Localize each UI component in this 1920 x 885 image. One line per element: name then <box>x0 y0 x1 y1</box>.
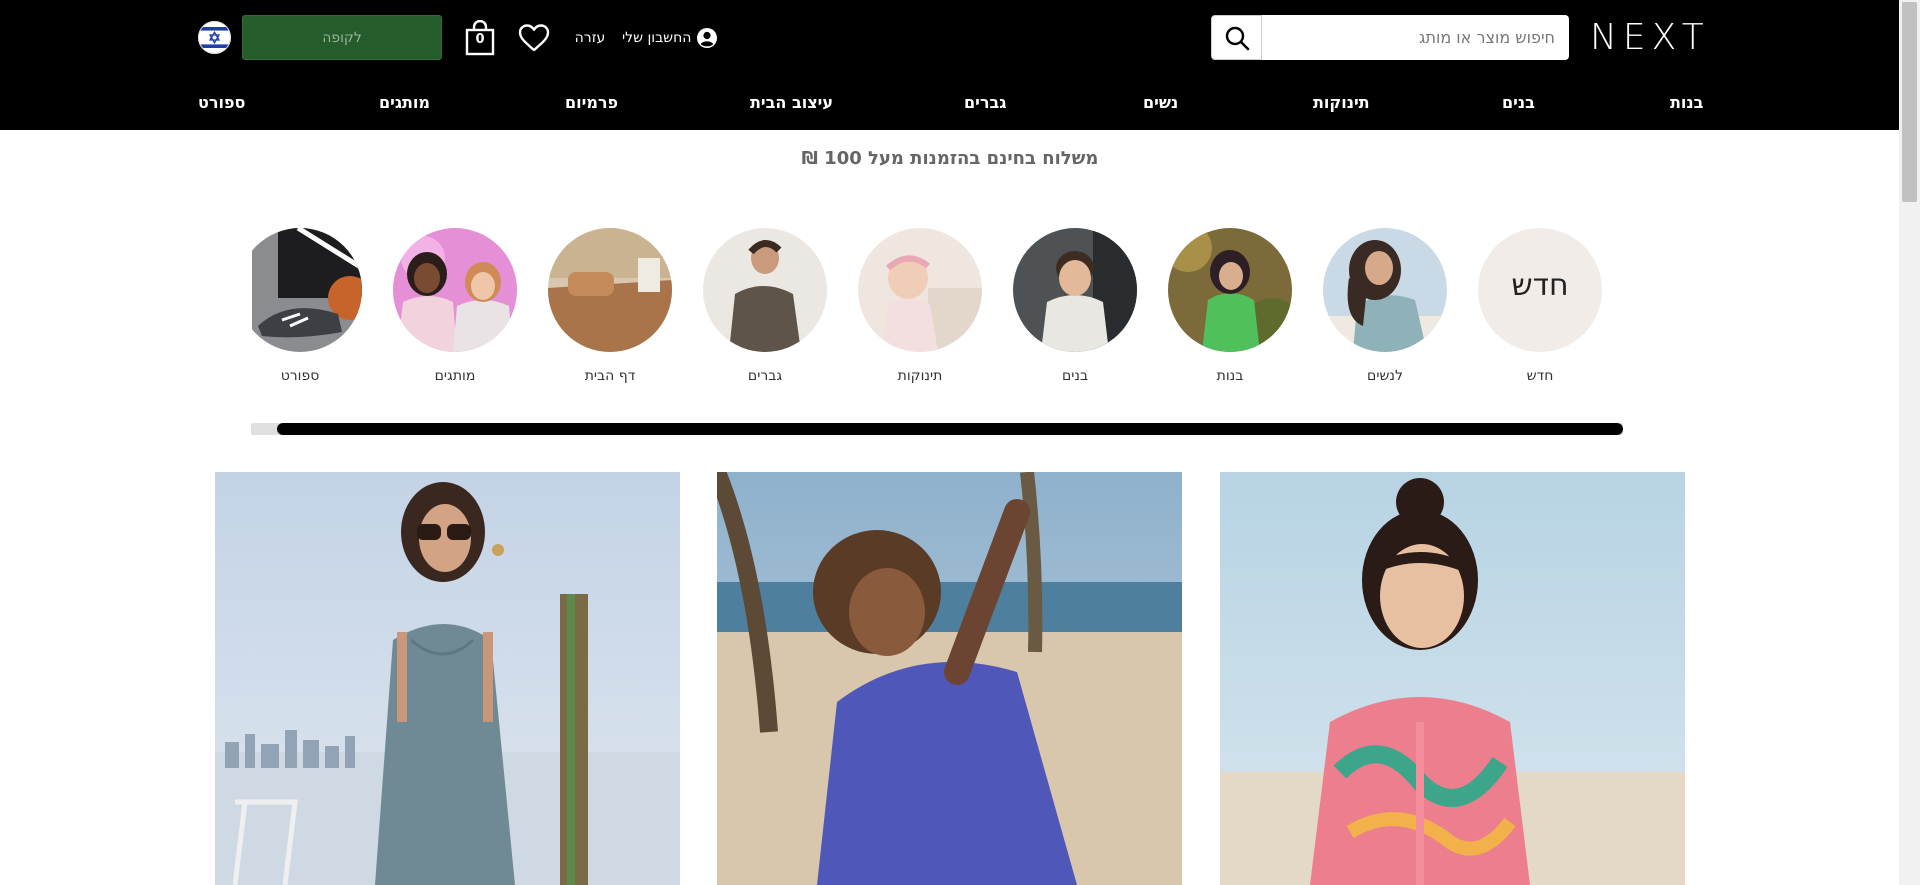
category-carousel: חדש חדש לנשים בנות בנים תינוקות גברים דף… <box>252 226 1624 396</box>
search-button[interactable] <box>1211 15 1262 60</box>
category-baby-image <box>858 228 982 352</box>
page-scrollbar-thumb[interactable] <box>1902 2 1917 202</box>
banner-girls-swim[interactable] <box>1220 472 1685 885</box>
category-sport[interactable]: ספורט <box>252 228 362 388</box>
category-new-circle: חדש <box>1478 228 1602 352</box>
category-women-image <box>1323 228 1447 352</box>
category-girls-image <box>1168 228 1292 352</box>
category-men[interactable]: גברים <box>703 228 827 388</box>
category-label: תינוקות <box>897 368 943 384</box>
search-icon <box>1225 26 1249 50</box>
search-bar <box>1211 15 1569 60</box>
top-bar: NEXT החשבון שלי עזרה <box>0 0 1899 76</box>
search-input[interactable] <box>1262 15 1569 60</box>
category-men-image <box>703 228 827 352</box>
category-home[interactable]: דף הבית <box>548 228 672 388</box>
banner-kids-beach[interactable] <box>717 472 1182 885</box>
banner-women-summer[interactable] <box>215 472 680 885</box>
nav-item-girls[interactable]: בנות <box>1670 92 1703 114</box>
category-label: דף הבית <box>584 368 636 384</box>
category-new-text: חדש <box>1511 268 1569 303</box>
checkout-button[interactable]: לקופה <box>242 15 442 60</box>
category-label: חדש <box>1526 368 1554 384</box>
category-brands[interactable]: מותגים <box>393 228 517 388</box>
category-label: לנשים <box>1367 368 1403 384</box>
shopping-bag-button[interactable]: 0 <box>464 19 496 56</box>
bag-item-count: 0 <box>475 32 485 47</box>
favorites-button[interactable] <box>516 20 552 56</box>
my-account-label: החשבון שלי <box>622 30 692 46</box>
category-boys-image <box>1013 228 1137 352</box>
category-label: גברים <box>747 368 783 384</box>
category-sport-image <box>252 228 362 352</box>
category-home-image <box>548 228 672 352</box>
free-shipping-banner[interactable]: משלוח בחינם בהזמנות מעל 100 ₪ <box>650 148 1250 174</box>
nav-item-premium[interactable]: פרמיום <box>565 92 618 114</box>
nav-item-women[interactable]: נשים <box>1143 92 1178 114</box>
category-baby[interactable]: תינוקות <box>858 228 982 388</box>
next-logo[interactable]: NEXT <box>1590 18 1704 58</box>
nav-item-men[interactable]: גברים <box>964 92 1006 114</box>
my-account-link[interactable]: החשבון שלי <box>622 24 722 52</box>
nav-item-home[interactable]: עיצוב הבית <box>750 92 833 114</box>
category-label: ספורט <box>280 368 320 384</box>
category-brands-image <box>393 228 517 352</box>
nav-item-boys[interactable]: בנים <box>1502 92 1535 114</box>
nav-item-baby[interactable]: תינוקות <box>1313 92 1370 114</box>
help-link[interactable]: עזרה <box>572 24 608 52</box>
category-label: מותגים <box>434 368 476 384</box>
category-women[interactable]: לנשים <box>1323 228 1447 388</box>
category-boys[interactable]: בנים <box>1013 228 1137 388</box>
category-girls[interactable]: בנות <box>1168 228 1292 388</box>
main-navigation: בנות בנים תינוקות נשים גברים עיצוב הבית … <box>0 76 1899 130</box>
country-selector[interactable] <box>198 21 231 54</box>
category-new[interactable]: חדש חדש <box>1478 228 1602 388</box>
israel-flag-icon <box>198 21 231 54</box>
site-header: NEXT החשבון שלי עזרה <box>0 0 1899 130</box>
category-label: בנים <box>1061 368 1089 384</box>
heart-icon <box>518 24 550 52</box>
carousel-scrollbar-thumb[interactable] <box>277 423 1623 435</box>
user-icon <box>697 28 718 48</box>
nav-item-brands[interactable]: מותגים <box>379 92 430 114</box>
category-label: בנות <box>1216 368 1244 384</box>
nav-item-sport[interactable]: ספורט <box>198 92 245 114</box>
